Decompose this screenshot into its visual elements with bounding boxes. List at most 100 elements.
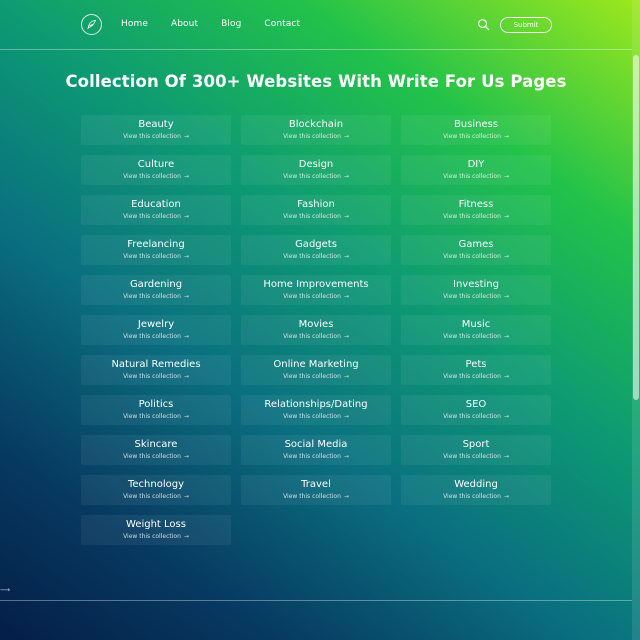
- view-collection-link[interactable]: View this collection →: [123, 532, 189, 541]
- collection-card[interactable]: Investing View this collection →: [401, 275, 551, 305]
- long-arrow-right-icon[interactable]: ⟶: [0, 586, 10, 594]
- nav-home-link[interactable]: Home: [121, 19, 148, 29]
- collection-card[interactable]: Natural Remedies View this collection →: [81, 355, 231, 385]
- view-collection-link[interactable]: View this collection →: [443, 132, 509, 141]
- collection-card[interactable]: Social Media View this collection →: [241, 435, 391, 465]
- view-collection-link[interactable]: View this collection →: [283, 212, 349, 221]
- nav-contact-link[interactable]: Contact: [264, 19, 300, 29]
- collection-card-title: Games: [458, 239, 494, 250]
- view-collection-link[interactable]: View this collection →: [123, 332, 189, 341]
- arrow-right-icon: →: [183, 373, 189, 380]
- view-collection-link[interactable]: View this collection →: [283, 252, 349, 261]
- arrow-right-icon: →: [343, 333, 349, 340]
- arrow-right-icon: →: [503, 453, 509, 460]
- view-collection-link[interactable]: View this collection →: [443, 372, 509, 381]
- view-collection-text: View this collection: [283, 453, 341, 460]
- arrow-right-icon: →: [503, 333, 509, 340]
- view-collection-link[interactable]: View this collection →: [443, 292, 509, 301]
- collection-card[interactable]: Blockchain View this collection →: [241, 115, 391, 145]
- view-collection-text: View this collection: [283, 293, 341, 300]
- collection-card-title: Politics: [138, 399, 174, 410]
- view-collection-link[interactable]: View this collection →: [283, 372, 349, 381]
- collection-card[interactable]: Sport View this collection →: [401, 435, 551, 465]
- collection-card[interactable]: DIY View this collection →: [401, 155, 551, 185]
- collection-card[interactable]: Technology View this collection →: [81, 475, 231, 505]
- view-collection-link[interactable]: View this collection →: [443, 332, 509, 341]
- view-collection-link[interactable]: View this collection →: [283, 412, 349, 421]
- collection-card[interactable]: Fashion View this collection →: [241, 195, 391, 225]
- arrow-right-icon: →: [503, 413, 509, 420]
- view-collection-link[interactable]: View this collection →: [123, 372, 189, 381]
- collection-card-title: Wedding: [454, 479, 498, 490]
- collection-card[interactable]: Wedding View this collection →: [401, 475, 551, 505]
- collection-card[interactable]: Online Marketing View this collection →: [241, 355, 391, 385]
- view-collection-link[interactable]: View this collection →: [123, 492, 189, 501]
- view-collection-link[interactable]: View this collection →: [443, 452, 509, 461]
- collection-card[interactable]: Freelancing View this collection →: [81, 235, 231, 265]
- collection-card[interactable]: Movies View this collection →: [241, 315, 391, 345]
- nav-about-link[interactable]: About: [171, 19, 198, 29]
- collection-card[interactable]: Games View this collection →: [401, 235, 551, 265]
- collection-card-title: Beauty: [138, 119, 174, 130]
- collection-card[interactable]: Culture View this collection →: [81, 155, 231, 185]
- arrow-right-icon: →: [503, 373, 509, 380]
- view-collection-link[interactable]: View this collection →: [123, 252, 189, 261]
- arrow-right-icon: →: [183, 173, 189, 180]
- arrow-right-icon: →: [183, 413, 189, 420]
- collection-card[interactable]: Business View this collection →: [401, 115, 551, 145]
- view-collection-text: View this collection: [283, 213, 341, 220]
- collection-card[interactable]: Gadgets View this collection →: [241, 235, 391, 265]
- collection-card-title: SEO: [465, 399, 487, 410]
- collection-card-title: Investing: [453, 279, 499, 290]
- scrollbar-thumb[interactable]: [633, 55, 639, 400]
- view-collection-link[interactable]: View this collection →: [283, 332, 349, 341]
- view-collection-link[interactable]: View this collection →: [283, 452, 349, 461]
- arrow-right-icon: →: [503, 293, 509, 300]
- collection-card[interactable]: Skincare View this collection →: [81, 435, 231, 465]
- view-collection-link[interactable]: View this collection →: [123, 212, 189, 221]
- submit-button[interactable]: Submit: [500, 17, 552, 33]
- collection-card[interactable]: Design View this collection →: [241, 155, 391, 185]
- view-collection-link[interactable]: View this collection →: [283, 492, 349, 501]
- collection-card-title: Gadgets: [295, 239, 337, 250]
- view-collection-text: View this collection: [443, 253, 501, 260]
- collection-card[interactable]: SEO View this collection →: [401, 395, 551, 425]
- view-collection-link[interactable]: View this collection →: [123, 412, 189, 421]
- scrollbar-track[interactable]: [632, 0, 640, 640]
- collection-card-title: Business: [453, 119, 499, 130]
- view-collection-link[interactable]: View this collection →: [283, 292, 349, 301]
- view-collection-link[interactable]: View this collection →: [123, 132, 189, 141]
- view-collection-link[interactable]: View this collection →: [123, 292, 189, 301]
- collection-card[interactable]: Education View this collection →: [81, 195, 231, 225]
- collection-card[interactable]: Pets View this collection →: [401, 355, 551, 385]
- view-collection-link[interactable]: View this collection →: [443, 492, 509, 501]
- view-collection-link[interactable]: View this collection →: [283, 132, 349, 141]
- collection-card[interactable]: Fitness View this collection →: [401, 195, 551, 225]
- collection-card[interactable]: Home Improvements View this collection →: [241, 275, 391, 305]
- collection-card-title: Culture: [137, 159, 175, 170]
- view-collection-text: View this collection: [443, 213, 501, 220]
- view-collection-text: View this collection: [283, 413, 341, 420]
- collection-card-title: Jewelry: [137, 319, 175, 330]
- collection-card[interactable]: Beauty View this collection →: [81, 115, 231, 145]
- view-collection-link[interactable]: View this collection →: [443, 212, 509, 221]
- collection-card[interactable]: Politics View this collection →: [81, 395, 231, 425]
- view-collection-link[interactable]: View this collection →: [123, 172, 189, 181]
- nav-blog-link[interactable]: Blog: [221, 19, 241, 29]
- collection-card-title: Home Improvements: [263, 279, 369, 290]
- feather-logo-icon[interactable]: [81, 14, 102, 35]
- collection-card[interactable]: Relationships/Dating View this collection…: [241, 395, 391, 425]
- search-icon[interactable]: [477, 18, 490, 31]
- collection-card[interactable]: Jewelry View this collection →: [81, 315, 231, 345]
- view-collection-link[interactable]: View this collection →: [443, 252, 509, 261]
- collection-card[interactable]: Travel View this collection →: [241, 475, 391, 505]
- arrow-right-icon: →: [343, 133, 349, 140]
- collection-card[interactable]: Music View this collection →: [401, 315, 551, 345]
- view-collection-link[interactable]: View this collection →: [123, 452, 189, 461]
- collection-card[interactable]: Gardening View this collection →: [81, 275, 231, 305]
- arrow-right-icon: →: [343, 413, 349, 420]
- view-collection-link[interactable]: View this collection →: [443, 412, 509, 421]
- collection-card[interactable]: Weight Loss View this collection →: [81, 515, 231, 545]
- view-collection-link[interactable]: View this collection →: [283, 172, 349, 181]
- view-collection-link[interactable]: View this collection →: [443, 172, 509, 181]
